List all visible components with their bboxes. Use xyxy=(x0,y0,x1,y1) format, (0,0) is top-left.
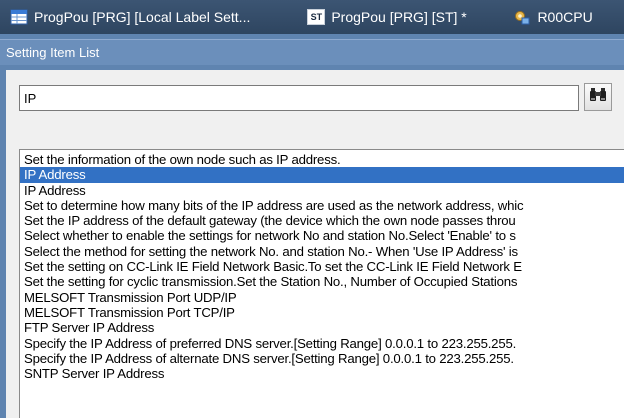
list-item[interactable]: Select the method for setting the networ… xyxy=(20,244,624,259)
list-item[interactable]: FTP Server IP Address xyxy=(20,320,624,335)
tab-label: R00CPU xyxy=(537,9,593,25)
list-item[interactable]: Set the setting for cyclic transmission.… xyxy=(20,274,624,289)
tab-st-program[interactable]: ST ProgPou [PRG] [ST] * xyxy=(297,0,503,34)
tab-label: ProgPou [PRG] [ST] * xyxy=(331,9,467,25)
list-item[interactable]: Set the IP address of the default gatewa… xyxy=(20,213,624,228)
panel-body: Set the information of the own node such… xyxy=(6,70,624,418)
st-program-icon: ST xyxy=(307,8,326,26)
binoculars-icon xyxy=(589,87,607,108)
local-label-icon xyxy=(10,8,28,26)
tab-local-label-settings[interactable]: ProgPou [PRG] [Local Label Sett... xyxy=(0,0,297,34)
st-badge: ST xyxy=(307,9,326,25)
list-item[interactable]: Specify the IP Address of alternate DNS … xyxy=(20,351,624,366)
setting-item-list-panel: Setting Item List Set the information of… xyxy=(0,34,624,418)
search-button[interactable] xyxy=(584,83,612,111)
cpu-parameter-icon xyxy=(513,8,531,26)
list-item[interactable]: Select whether to enable the settings fo… xyxy=(20,228,624,243)
search-result-list[interactable]: Set the information of the own node such… xyxy=(19,149,624,418)
list-item[interactable]: IP Address xyxy=(20,183,624,198)
tab-cpu-parameter[interactable]: R00CPU xyxy=(503,0,624,34)
document-tab-bar: ProgPou [PRG] [Local Label Sett... ST Pr… xyxy=(0,0,624,34)
list-item[interactable]: Set to determine how many bits of the IP… xyxy=(20,198,624,213)
search-input[interactable] xyxy=(19,85,579,111)
panel-title: Setting Item List xyxy=(0,39,624,65)
list-item[interactable]: MELSOFT Transmission Port UDP/IP xyxy=(20,290,624,305)
list-item[interactable]: Specify the IP Address of preferred DNS … xyxy=(20,336,624,351)
list-item[interactable]: Set the information of the own node such… xyxy=(20,152,624,167)
tab-label: ProgPou [PRG] [Local Label Sett... xyxy=(34,9,251,25)
list-item[interactable]: Set the setting on CC-Link IE Field Netw… xyxy=(20,259,624,274)
list-item[interactable]: SNTP Server IP Address xyxy=(20,366,624,381)
list-item-selected[interactable]: IP Address xyxy=(20,167,624,183)
list-item[interactable]: MELSOFT Transmission Port TCP/IP xyxy=(20,305,624,320)
